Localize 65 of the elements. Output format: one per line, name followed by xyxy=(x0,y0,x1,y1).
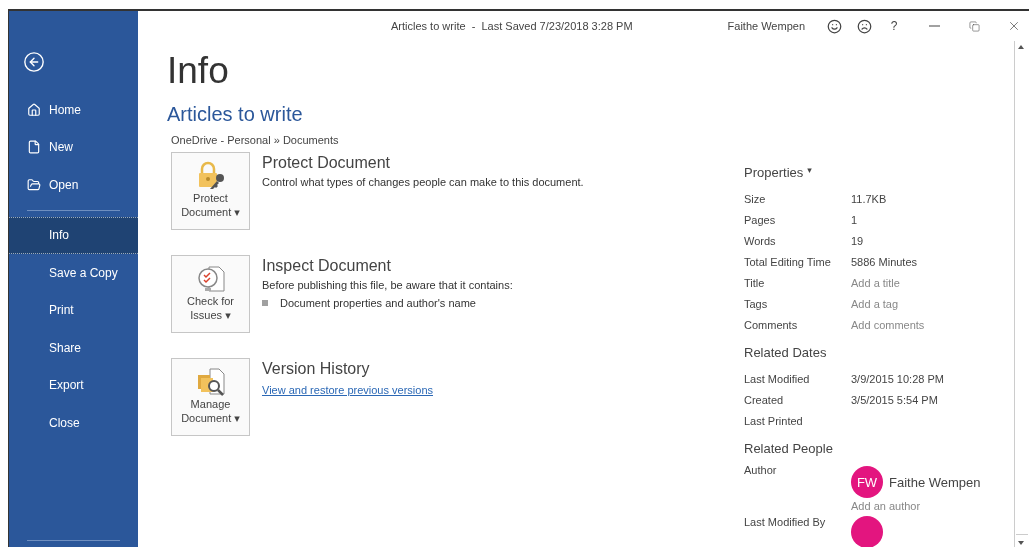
close-icon xyxy=(1007,19,1021,33)
property-label: Pages xyxy=(744,213,777,226)
section-heading: Related Dates xyxy=(744,345,828,360)
sidebar-item[interactable]: New xyxy=(9,128,138,166)
property-value: 11.7KB xyxy=(851,192,888,205)
property-label: Comments xyxy=(744,318,799,331)
user-name: Faithe Wempen xyxy=(727,20,805,32)
sidebar-item[interactable]: Save a Copy xyxy=(9,254,138,292)
document-title: Articles to write xyxy=(167,103,304,126)
property-field[interactable]: Add a tag xyxy=(851,297,1004,310)
version-history-link[interactable]: View and restore previous versions xyxy=(262,384,433,396)
properties-heading[interactable]: Properties xyxy=(744,165,804,180)
section-button[interactable]: Manage Document ▾ xyxy=(171,358,250,436)
section-title: Inspect Document xyxy=(262,257,392,275)
section-description: Before publishing this file, be aware that it contains: xyxy=(262,279,513,291)
property-label: Total Editing Time xyxy=(744,255,832,268)
sidebar-item[interactable]: Export xyxy=(9,366,138,404)
frown-icon xyxy=(856,18,872,34)
date-label: Last Printed xyxy=(744,414,804,427)
section-description: Control what types of changes people can make to this document. xyxy=(262,176,584,188)
sidebar-item[interactable]: Close xyxy=(9,404,138,442)
author-avatar: FW xyxy=(851,466,883,498)
property-value: 1 xyxy=(851,213,859,226)
section-button[interactable]: Protect Document ▾ xyxy=(171,152,250,230)
people-label: Author xyxy=(744,464,778,478)
property-label: Tags xyxy=(744,297,769,310)
people-label: Last Modified By xyxy=(744,516,827,530)
bullet-text: Document properties and author's name xyxy=(280,297,476,309)
sidebar-item[interactable]: Open xyxy=(9,166,138,204)
sidebar-item[interactable]: Print xyxy=(9,291,138,329)
help-button[interactable]: ? xyxy=(879,16,909,36)
property-value: 5886 Minutes xyxy=(851,255,919,268)
property-label: Words xyxy=(744,234,777,247)
add-author-field[interactable]: Add an author xyxy=(851,500,1004,512)
restore-icon xyxy=(968,20,980,32)
section-heading: Related People xyxy=(744,441,834,456)
folder-icon xyxy=(27,177,41,192)
property-field[interactable]: Add comments xyxy=(851,318,1004,331)
property-label: Size xyxy=(744,192,767,205)
section-title: Protect Document xyxy=(262,154,392,172)
property-label: Title xyxy=(744,276,766,289)
section-title: Version History xyxy=(262,360,371,378)
inspect-icon xyxy=(195,264,226,294)
property-field[interactable]: Add a title xyxy=(851,276,1004,289)
sidebar-item[interactable]: Share xyxy=(9,329,138,367)
sidebar-item[interactable]: Info xyxy=(9,216,138,254)
back-button[interactable] xyxy=(23,51,45,73)
minimize-icon xyxy=(928,25,940,27)
property-value: 19 xyxy=(851,234,865,247)
author-name: Faithe Wempen xyxy=(889,474,981,490)
document-path: OneDrive - Personal » Documents xyxy=(171,134,340,146)
date-label: Last Modified xyxy=(744,372,811,385)
versions-search-icon xyxy=(195,367,226,397)
smiley-icon xyxy=(826,18,842,34)
bullet-icon xyxy=(262,300,268,306)
date-value: 3/5/2015 5:54 PM xyxy=(851,393,939,406)
section-button[interactable]: Check for Issues ▾ xyxy=(171,255,250,333)
sidebar-item[interactable]: Home xyxy=(9,91,138,129)
document-icon xyxy=(27,140,41,155)
page-heading: Info xyxy=(167,49,230,93)
window-title: Articles to write - Last Saved 7/23/2018 3:28 PM xyxy=(391,20,633,32)
home-icon xyxy=(27,102,41,117)
date-label: Created xyxy=(744,393,785,406)
caret-icon: ▾ xyxy=(807,165,812,180)
date-value: 3/9/2015 10:28 PM xyxy=(851,372,945,385)
